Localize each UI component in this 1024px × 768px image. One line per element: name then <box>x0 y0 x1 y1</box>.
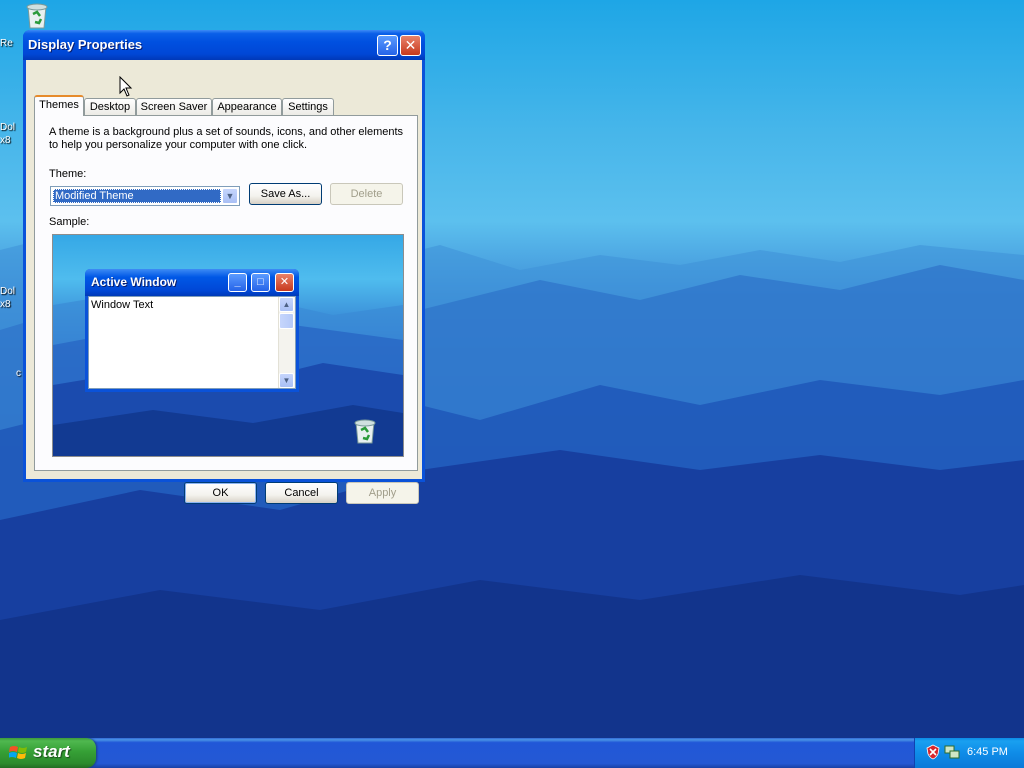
help-icon: ? <box>383 37 392 53</box>
theme-selected-value: Modified Theme <box>53 189 221 203</box>
close-icon: ✕ <box>404 37 417 53</box>
security-alert-icon[interactable] <box>925 744 941 760</box>
scroll-up-icon: ▲ <box>279 297 294 312</box>
tab-appearance[interactable]: Appearance <box>212 98 282 115</box>
delete-button[interactable]: Delete <box>330 183 403 205</box>
mouse-cursor-icon <box>119 76 133 97</box>
close-icon: ✕ <box>275 273 294 292</box>
recycle-bin-icon <box>354 419 376 444</box>
recycle-bin-icon <box>26 3 48 29</box>
theme-sample-preview: Active Window _ □ ✕ Window Text ▲ ▼ <box>52 234 404 457</box>
window-title: Display Properties <box>28 37 143 52</box>
system-tray: 6:45 PM <box>914 738 1024 768</box>
desktop-icon-label[interactable]: x8 <box>0 299 24 310</box>
network-icon[interactable] <box>943 744 961 760</box>
desktop-icon-label[interactable]: Re <box>0 38 24 49</box>
title-bar[interactable]: Display Properties ? ✕ <box>23 30 425 60</box>
description-line: A theme is a background plus a set of so… <box>49 126 404 138</box>
scroll-down-icon: ▼ <box>279 373 294 388</box>
taskbar: start 6:45 PM <box>0 738 1024 768</box>
tab-settings[interactable]: Settings <box>282 98 334 115</box>
sample-window-text: Window Text <box>91 299 154 311</box>
ok-button[interactable]: OK <box>184 482 257 504</box>
minimize-icon: _ <box>228 273 247 292</box>
tab-screen-saver[interactable]: Screen Saver <box>136 98 212 115</box>
display-properties-window: Display Properties ? ✕ Themes Desktop Sc… <box>23 30 425 504</box>
tab-desktop[interactable]: Desktop <box>84 98 136 115</box>
sample-scrollbar: ▲ ▼ <box>278 297 295 388</box>
themes-tab-panel: A theme is a background plus a set of so… <box>34 115 418 471</box>
clock[interactable]: 6:45 PM <box>967 746 1008 758</box>
chevron-down-icon[interactable]: ▼ <box>222 188 238 204</box>
desktop-icon-label[interactable]: x8 <box>0 135 24 146</box>
start-button[interactable]: start <box>0 738 96 768</box>
sample-window-title: Active Window <box>91 275 177 289</box>
recycle-bin-desktop-icon[interactable] <box>22 2 52 32</box>
close-button[interactable]: ✕ <box>400 35 421 56</box>
cancel-button[interactable]: Cancel <box>265 482 338 504</box>
sample-window-body: Window Text ▲ ▼ <box>88 296 296 389</box>
tab-themes[interactable]: Themes <box>34 95 84 116</box>
themes-description: A theme is a background plus a set of so… <box>49 126 409 152</box>
help-button[interactable]: ? <box>377 35 398 56</box>
save-as-button[interactable]: Save As... <box>249 183 322 205</box>
windows-logo-icon <box>9 746 27 759</box>
sample-label: Sample: <box>49 216 90 228</box>
window-client-area: Themes Desktop Screen Saver Appearance S… <box>26 60 422 504</box>
sample-title-bar: Active Window _ □ ✕ <box>85 269 299 296</box>
apply-button[interactable]: Apply <box>346 482 419 504</box>
maximize-icon: □ <box>251 273 270 292</box>
sample-active-window: Active Window _ □ ✕ Window Text ▲ ▼ <box>85 269 299 392</box>
desktop-icon-label[interactable]: Dol <box>0 122 24 133</box>
scroll-thumb <box>279 313 294 329</box>
theme-label: Theme: <box>49 168 87 180</box>
desktop-icon-label[interactable]: Dol <box>0 286 24 297</box>
theme-dropdown[interactable]: Modified Theme ▼ <box>50 186 240 206</box>
description-line: to help you personalize your computer wi… <box>49 139 308 151</box>
start-label: start <box>33 742 70 761</box>
